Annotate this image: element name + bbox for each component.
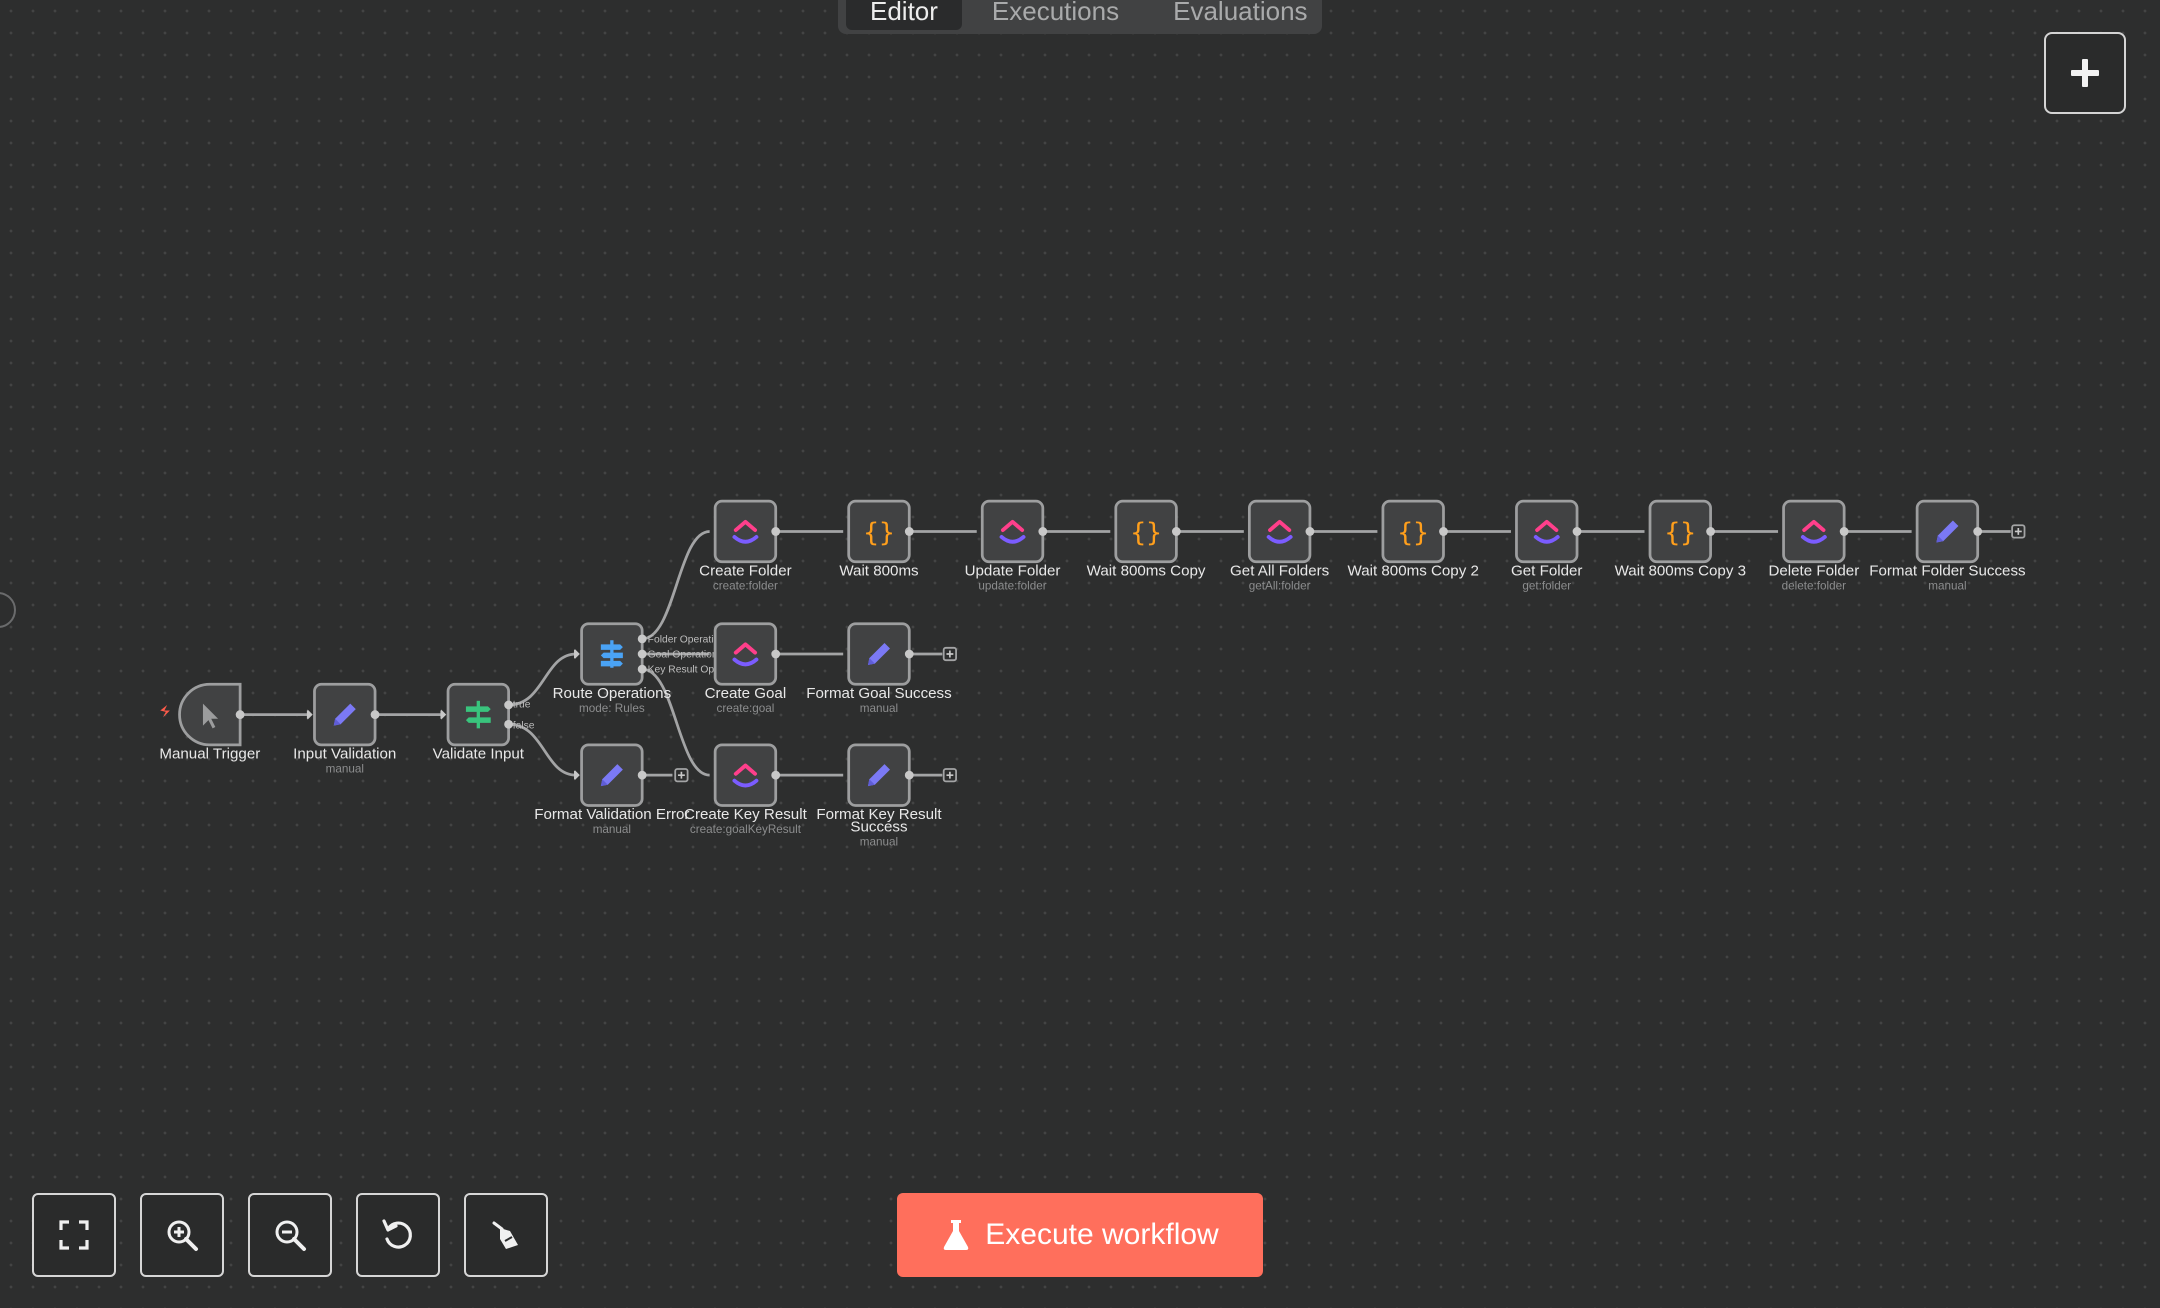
zoom-in-icon [167, 1220, 198, 1251]
node-label: Update Folder [965, 563, 1061, 580]
node-label: Delete Folder [1768, 563, 1859, 580]
code-braces-icon: {} [1665, 518, 1696, 548]
node-label: Wait 800ms [839, 563, 919, 580]
node-wait-800ms-copy[interactable]: {} Wait 800ms Copy [1087, 499, 1206, 580]
node-route-operations[interactable]: Route Operations mode: Rules Folder Oper… [553, 622, 723, 715]
code-braces-icon: {} [1130, 518, 1162, 548]
node-sublabel: manual [1928, 579, 1966, 592]
node-sublabel: manual [326, 762, 364, 775]
node-sublabel: manual [860, 835, 898, 848]
node-label: Format Key Result Success [816, 806, 942, 835]
reset-zoom-button[interactable] [356, 1193, 440, 1277]
node-label: Create Key Result [684, 806, 808, 823]
add-connection-handle[interactable] [942, 646, 957, 662]
node-format-folder-success[interactable]: Format Folder Success manual [1869, 499, 2026, 592]
flask-icon [944, 1220, 969, 1250]
node-label: Validate Input [433, 746, 525, 763]
tidy-up-button[interactable] [464, 1193, 548, 1277]
node-label: Create Folder [699, 563, 791, 580]
node-label: Wait 800ms Copy 2 [1347, 563, 1478, 580]
port-label-true: true [513, 700, 531, 711]
fit-view-icon [59, 1220, 89, 1250]
node-create-key-result[interactable]: Create Key Result create:goalKeyResult [684, 743, 808, 836]
execute-workflow-label: Execute workflow [985, 1218, 1219, 1251]
connection [641, 530, 710, 641]
node-get-all-folders[interactable]: Get All Folders getAll:folder [1230, 499, 1330, 592]
node-delete-folder[interactable]: Delete Folder delete:folder [1768, 499, 1859, 592]
add-connection-handle[interactable] [674, 768, 689, 783]
node-sublabel: delete:folder [1782, 579, 1846, 592]
node-sublabel: mode: Rules [579, 702, 645, 715]
node-format-validation-error[interactable]: Format Validation Error manual [534, 743, 689, 836]
node-label: Format Folder Success [1869, 563, 2026, 580]
node-label: Input Validation [293, 746, 396, 763]
workflow-canvas: Manual Trigger Input Validation manual V… [159, 499, 2026, 849]
node-create-folder[interactable]: Create Folder create:folder [699, 499, 792, 592]
node-create-goal[interactable]: Create Goal create:goal [705, 622, 787, 715]
node-manual-trigger[interactable]: Manual Trigger [159, 682, 260, 763]
node-wait-800ms-copy-2[interactable]: {} Wait 800ms Copy 2 [1347, 499, 1479, 580]
node-sublabel: create:goal [717, 702, 775, 715]
node-label: Wait 800ms Copy [1087, 563, 1206, 580]
node-label: Format Validation Error [534, 806, 689, 823]
node-sublabel: create:folder [713, 579, 778, 592]
node-update-folder[interactable]: Update Folder update:folder [965, 499, 1061, 592]
trigger-bolt-icon [160, 704, 170, 718]
node-sublabel: manual [860, 702, 898, 715]
node-label: Wait 800ms Copy 3 [1615, 563, 1746, 580]
fit-view-button[interactable] [32, 1193, 116, 1277]
port-label-false: false [513, 720, 535, 731]
node-format-key-result-success[interactable]: Format Key Result Success manual [816, 743, 942, 849]
undo-icon [382, 1219, 412, 1249]
node-sublabel: getAll:folder [1249, 579, 1311, 592]
node-label: Format Goal Success [806, 685, 952, 702]
switch-icon [600, 640, 623, 668]
node-wait-800ms-copy-3[interactable]: {} Wait 800ms Copy 3 [1615, 499, 1746, 580]
port-label-route-0: Folder Operati... [648, 634, 723, 645]
node-label: Get All Folders [1230, 563, 1330, 580]
node-sublabel: manual [593, 823, 631, 836]
zoom-out-button[interactable] [248, 1193, 332, 1277]
code-braces-icon: {} [863, 518, 894, 548]
node-validate-input[interactable]: Validate Input true false [433, 682, 535, 763]
node-label: Manual Trigger [159, 746, 260, 763]
broom-icon [492, 1221, 518, 1249]
node-input-validation[interactable]: Input Validation manual [293, 682, 396, 775]
add-connection-handle[interactable] [942, 768, 957, 783]
node-label: Create Goal [705, 685, 787, 702]
node-label: Get Folder [1511, 563, 1582, 580]
node-sublabel: create:goalKeyResult [690, 823, 802, 836]
zoom-out-icon [275, 1220, 306, 1251]
add-connection-handle[interactable] [2011, 524, 2026, 539]
execute-workflow-button[interactable]: Execute workflow [897, 1193, 1263, 1277]
node-get-folder[interactable]: Get Folder get:folder [1511, 499, 1582, 592]
port-label-route-1: Goal Operations [648, 649, 723, 660]
node-sublabel: update:folder [978, 579, 1046, 592]
zoom-in-button[interactable] [140, 1193, 224, 1277]
node-label: Route Operations [553, 685, 672, 702]
code-braces-icon: {} [1397, 518, 1429, 548]
node-format-goal-success[interactable]: Format Goal Success manual [806, 622, 952, 715]
node-sublabel: get:folder [1522, 579, 1571, 592]
port-label-route-2: Key Result Op... [648, 665, 723, 676]
node-wait-800ms[interactable]: {} Wait 800ms [839, 499, 919, 580]
